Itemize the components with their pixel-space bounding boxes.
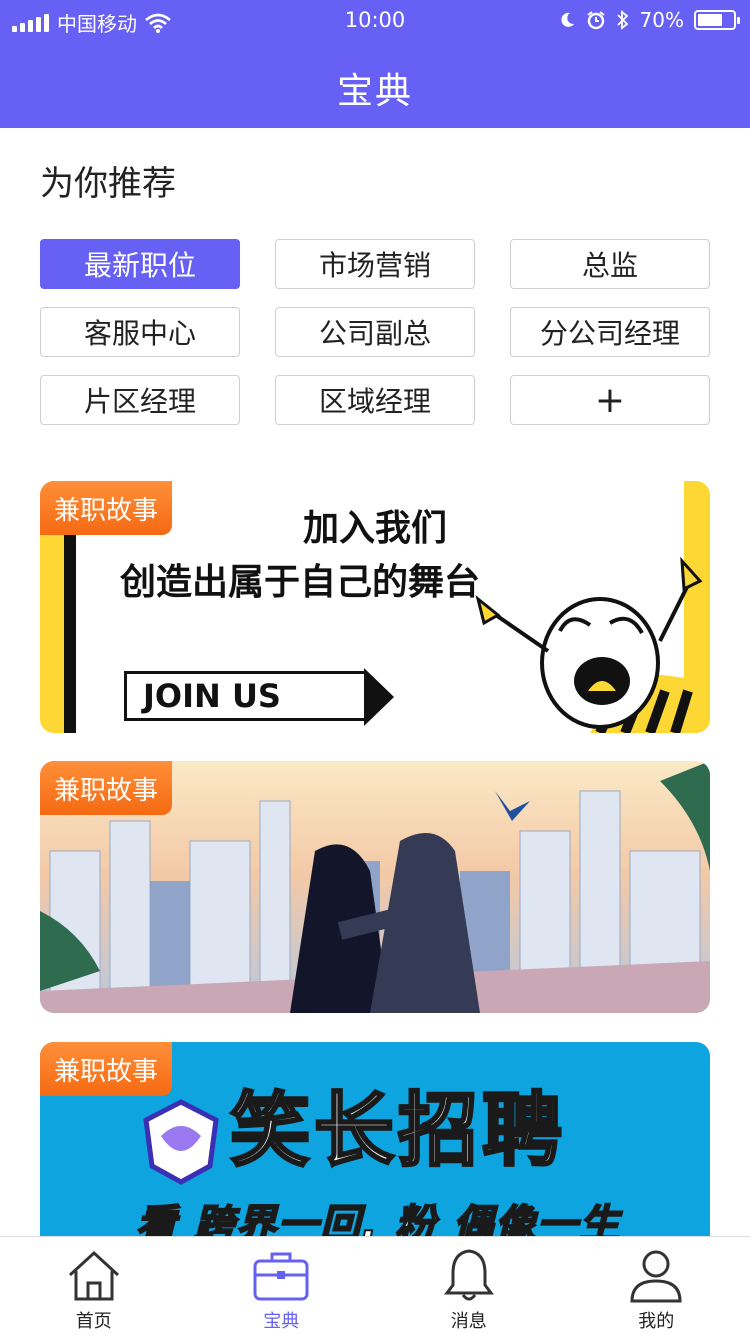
- user-icon: [630, 1250, 682, 1303]
- tag-branch-manager[interactable]: 分公司经理: [510, 307, 710, 357]
- moon-icon: [560, 12, 574, 27]
- tab-profile-label: 我的: [638, 1311, 675, 1332]
- banner-recruit-promo[interactable]: 兼职故事 笑长招聘 看 跨界一回, 粉 偶像一生: [40, 1042, 710, 1242]
- page-title: 宝典: [336, 71, 413, 112]
- battery-percent: 70%: [639, 8, 684, 32]
- banner-city-story[interactable]: 兼职故事: [40, 761, 710, 1013]
- banner-badge: 兼职故事: [40, 481, 173, 535]
- tag-director[interactable]: 总监: [510, 239, 710, 289]
- join-us-arrow: JOIN US: [124, 668, 394, 726]
- tag-latest-jobs[interactable]: 最新职位: [40, 239, 240, 289]
- tab-profile[interactable]: 我的: [563, 1237, 750, 1334]
- tab-messages-label: 消息: [450, 1311, 487, 1332]
- bottom-tab-bar: 首页 宝典 消息 我的: [0, 1236, 750, 1334]
- tag-area-manager[interactable]: 片区经理: [40, 375, 240, 425]
- tag-customer-service[interactable]: 客服中心: [40, 307, 240, 357]
- banner-badge: 兼职故事: [40, 761, 173, 815]
- tag-vice-president[interactable]: 公司副总: [275, 307, 475, 357]
- tag-marketing[interactable]: 市场营销: [275, 239, 475, 289]
- header-bar: 中国移动 10:00 70% 宝典: [0, 0, 750, 128]
- battery-icon: [694, 10, 740, 30]
- banner-join-us[interactable]: 兼职故事 加入我们 创造出属于自己的舞台 JOIN US: [40, 481, 710, 733]
- cartoon-character-illustration: [475, 556, 710, 733]
- home-icon: [68, 1250, 119, 1301]
- status-bar: 中国移动 10:00 70%: [0, 0, 750, 40]
- promo-headline: 笑长招聘: [229, 1083, 566, 1179]
- tab-guide-label: 宝典: [263, 1311, 300, 1332]
- bluetooth-icon: [616, 10, 628, 30]
- tag-grid: 最新职位 市场营销 总监 客服中心 公司副总 分公司经理 片区经理 区域经理 +: [40, 239, 710, 425]
- add-tag-button[interactable]: +: [510, 375, 710, 425]
- alarm-icon: [586, 11, 605, 30]
- tab-guide[interactable]: 宝典: [188, 1237, 376, 1334]
- tab-home[interactable]: 首页: [0, 1237, 188, 1334]
- tab-messages[interactable]: 消息: [375, 1237, 563, 1334]
- bell-icon: [443, 1249, 494, 1301]
- tag-regional-manager[interactable]: 区域经理: [275, 375, 475, 425]
- section-title: 为你推荐: [40, 164, 176, 204]
- banner-badge: 兼职故事: [40, 1042, 173, 1096]
- briefcase-icon: [253, 1252, 309, 1301]
- fans-logo-icon: [143, 1099, 219, 1185]
- promo-subline: 看 跨界一回, 粉 偶像一生: [135, 1201, 621, 1242]
- tab-home-label: 首页: [75, 1311, 112, 1332]
